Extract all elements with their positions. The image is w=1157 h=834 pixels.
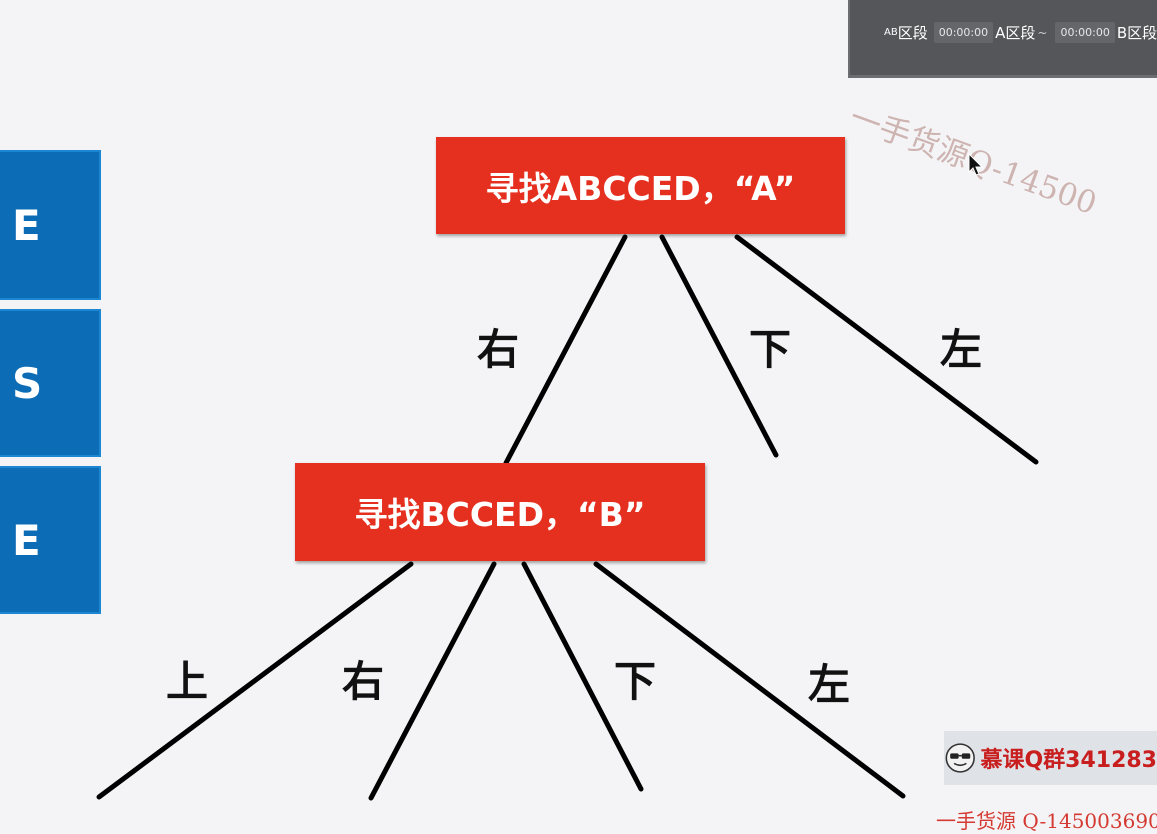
qq-group-text: 慕课Q群341283 — [980, 748, 1157, 773]
letter-tile-e-top: E — [0, 150, 101, 300]
ab-prefix: AB — [884, 27, 898, 38]
root-edge-label-right: 右 — [477, 325, 520, 374]
root-edge-label-down: 下 — [749, 325, 792, 374]
b-time-field[interactable]: 00:00:00 — [1055, 22, 1115, 43]
ab-segment-row: AB 区段 00:00:00 A区段 ~ 00:00:00 B区段 — [884, 22, 1157, 43]
child-edge-label-left: 左 — [808, 660, 851, 709]
root-node: 寻找ABCCED，“A” — [436, 137, 845, 234]
ab-segment-panel: AB 区段 00:00:00 A区段 ~ 00:00:00 B区段 — [848, 0, 1157, 78]
b-segment-button[interactable]: B区段 — [1117, 22, 1157, 43]
ab-segment-label: 区段 — [897, 24, 928, 42]
edge-root-right — [503, 234, 628, 466]
a-time-field[interactable]: 00:00:00 — [933, 22, 994, 43]
mouse-cursor-icon — [968, 153, 984, 176]
root-edge-label-left: 左 — [940, 325, 983, 374]
child-edge-label-down: 下 — [614, 657, 657, 706]
child-node: 寻找BCCED，“B” — [295, 463, 705, 561]
glasses-face-icon — [945, 743, 975, 773]
range-separator: ~ — [1037, 25, 1048, 40]
watermark-bottom: 一手货源 Q-145003690 — [936, 809, 1157, 833]
letter-tile-e-bottom: E — [0, 466, 101, 614]
qq-group-badge: 慕课Q群341283 — [944, 731, 1157, 785]
child-edge-label-up: 上 — [166, 657, 209, 706]
letter-tile-s: S — [0, 309, 101, 457]
a-segment-button[interactable]: A区段 — [995, 22, 1035, 43]
child-edge-label-right: 右 — [342, 657, 385, 706]
video-frame: E S E 寻找ABCCED，“A” 寻找BCCED，“B” 右 下 左 上 右… — [0, 0, 1157, 833]
edge-child-right — [368, 561, 497, 801]
